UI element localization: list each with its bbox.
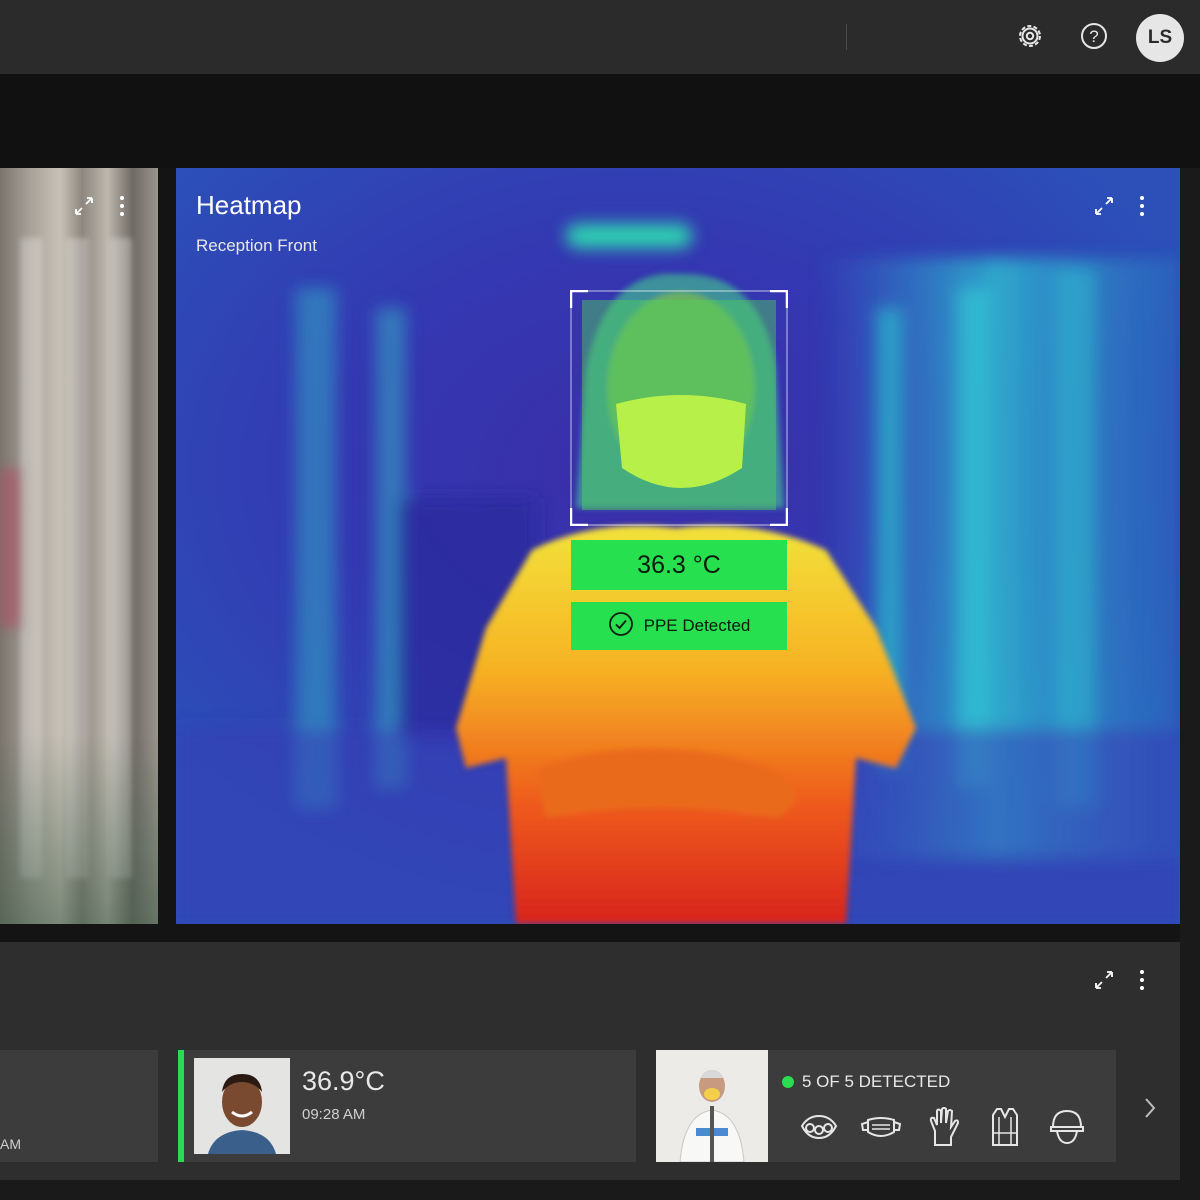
- temperature-badge: 36.3 °C: [571, 540, 787, 590]
- face-detection-box: [570, 290, 788, 526]
- event-card[interactable]: AM: [0, 1050, 158, 1162]
- gear-icon[interactable]: [1014, 20, 1046, 52]
- person-photo: [194, 1058, 290, 1154]
- ppe-status-badge: PPE Detected: [571, 602, 787, 650]
- camera-tile-left[interactable]: [0, 168, 158, 924]
- ppe-status-label: PPE Detected: [643, 616, 751, 635]
- expand-icon[interactable]: [1092, 968, 1116, 992]
- top-bar: ? LS: [0, 0, 1200, 74]
- page-edge: [1180, 168, 1200, 1200]
- hard-hat-icon: [1046, 1106, 1088, 1148]
- more-options-icon[interactable]: [110, 194, 134, 218]
- ppe-icon-list: [798, 1106, 1088, 1148]
- heatmap-camera-tile[interactable]: Heatmap Reception Front 36.3 °C PPE Dete…: [176, 168, 1180, 924]
- more-options-icon[interactable]: [1130, 968, 1154, 992]
- toolbar-divider: [846, 24, 847, 50]
- event-time: AM: [0, 1136, 21, 1152]
- svg-text:?: ?: [1089, 27, 1098, 46]
- user-avatar[interactable]: LS: [1136, 14, 1184, 62]
- expand-icon[interactable]: [72, 194, 96, 218]
- person-photo: [656, 1050, 768, 1162]
- event-card[interactable]: 5 OF 5 DETECTED: [656, 1050, 1116, 1162]
- ppe-detection-status: 5 OF 5 DETECTED: [782, 1072, 950, 1092]
- event-temperature: 36.9°C: [302, 1066, 385, 1096]
- check-circle-icon: [608, 611, 634, 642]
- tile-title: Heatmap: [196, 190, 302, 220]
- expand-icon[interactable]: [1092, 194, 1116, 218]
- event-time: 09:28 AM: [302, 1106, 366, 1123]
- respirator-icon: [798, 1106, 840, 1148]
- ppe-detection-label: 5 OF 5 DETECTED: [802, 1072, 951, 1091]
- gown-icon: [984, 1106, 1026, 1148]
- camera-location: Reception Front: [196, 236, 317, 255]
- more-options-icon[interactable]: [1130, 194, 1154, 218]
- chevron-right-icon[interactable]: [1138, 1092, 1162, 1124]
- face-mask-icon: [860, 1106, 902, 1148]
- status-dot: [782, 1076, 794, 1088]
- event-card[interactable]: 36.9°C 09:28 AM: [178, 1050, 636, 1162]
- gloves-icon: [922, 1106, 964, 1148]
- help-icon[interactable]: ?: [1078, 20, 1110, 52]
- events-panel: AM 36.9°C 09:28 AM 5 OF 5 DETECTED: [0, 942, 1180, 1180]
- page-edge: [0, 1180, 1200, 1200]
- sub-header: [0, 74, 1200, 168]
